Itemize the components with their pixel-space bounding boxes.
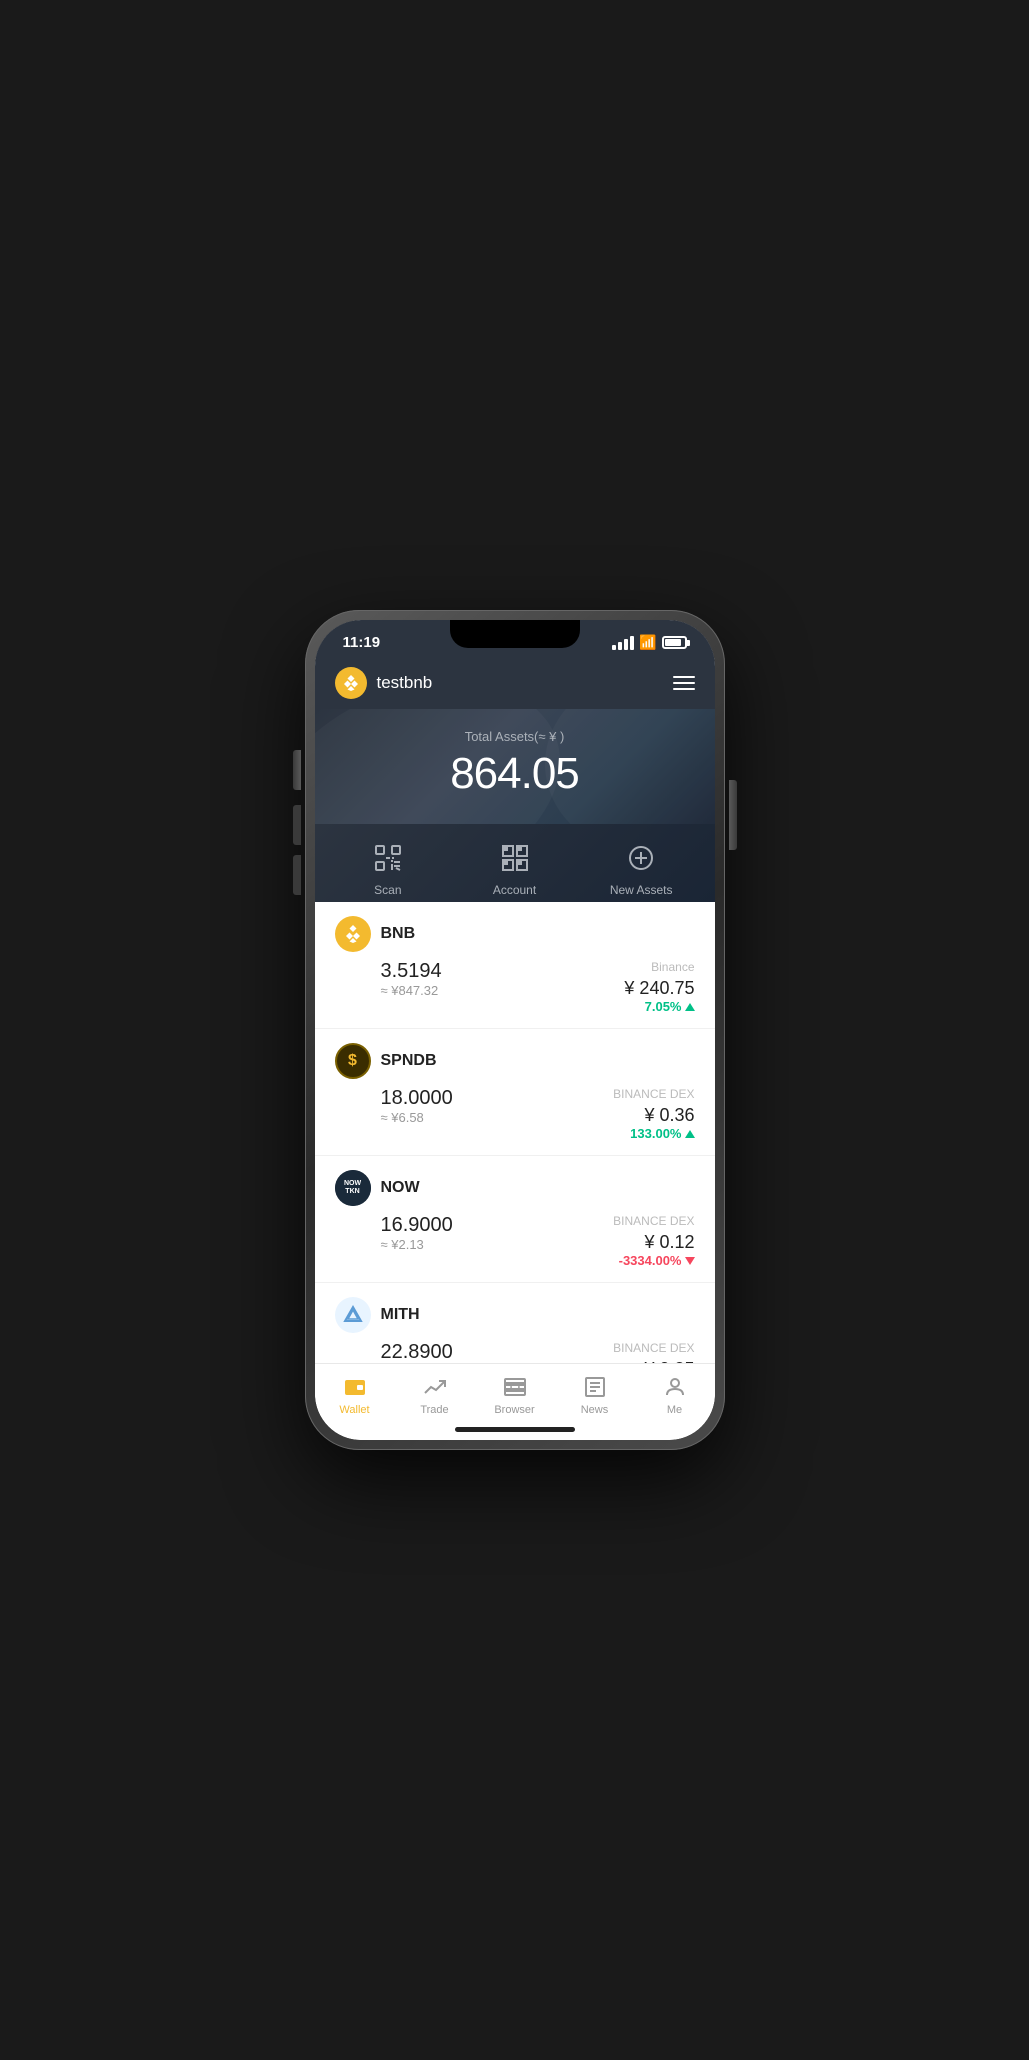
mith-name: MITH: [381, 1306, 420, 1324]
spndb-logo: $: [335, 1043, 371, 1079]
now-change: -3334.00%: [613, 1253, 694, 1268]
home-indicator: [315, 1421, 715, 1440]
menu-button[interactable]: [673, 676, 695, 690]
me-label: Me: [667, 1404, 682, 1416]
now-logo-inline: NOWTKN: [335, 1170, 371, 1206]
asset-item-mith[interactable]: MITH 22.8900 ≈ ¥8.02 BINANCE DEX ¥ 0.35 …: [315, 1283, 715, 1363]
spndb-exchange: BINANCE DEX: [613, 1087, 694, 1101]
spndb-change: 133.00%: [613, 1126, 694, 1141]
screen: 11:19 📶: [315, 620, 715, 1440]
status-icons: 📶: [612, 634, 686, 651]
phone-inner: 11:19 📶: [315, 620, 715, 1440]
new-assets-label: New Assets: [610, 883, 673, 897]
now-fiat: ≈ ¥2.13: [381, 1237, 453, 1252]
wallet-icon: [342, 1374, 368, 1400]
bnb-name: BNB: [381, 925, 416, 943]
home-bar: [455, 1427, 575, 1432]
asset-list: BNB 3.5194 ≈ ¥847.32 Binance ¥ 240.75 7.…: [315, 902, 715, 1363]
bnb-logo-icon: [335, 667, 367, 699]
mith-amount: 22.8900: [381, 1341, 453, 1363]
signal-bars: [612, 636, 634, 650]
spndb-amount: 18.0000: [381, 1087, 453, 1110]
hero-section: Total Assets(≈ ¥ ) 864.05: [315, 709, 715, 824]
nav-me[interactable]: Me: [635, 1374, 715, 1416]
now-price: ¥ 0.12: [613, 1232, 694, 1253]
action-bar: Scan: [315, 824, 715, 902]
bnb-price: ¥ 240.75: [624, 978, 694, 999]
spndb-fiat: ≈ ¥6.58: [381, 1110, 453, 1125]
bnb-change-arrow: [685, 1003, 695, 1011]
notch: [450, 620, 580, 648]
spndb-name: SPNDB: [381, 1052, 437, 1070]
bottom-nav: Wallet Trade: [315, 1363, 715, 1421]
new-assets-icon: [622, 839, 660, 877]
battery-icon: [662, 636, 687, 649]
bnb-amount: 3.5194: [381, 960, 442, 983]
account-label: Account: [493, 883, 536, 897]
now-name: NOW: [381, 1179, 420, 1197]
status-bar: 11:19 📶: [315, 620, 715, 657]
asset-item-now[interactable]: NOWTOKEN NOWTKN NOW 16.9000 ≈ ¥2: [315, 1156, 715, 1283]
asset-item-spndb[interactable]: $ SPNDB 18.0000 ≈ ¥6.58 BINANCE DEX ¥ 0.…: [315, 1029, 715, 1156]
username-label: testbnb: [377, 673, 433, 693]
asset-item-bnb[interactable]: BNB 3.5194 ≈ ¥847.32 Binance ¥ 240.75 7.…: [315, 902, 715, 1029]
nav-trade[interactable]: Trade: [395, 1374, 475, 1416]
scan-label: Scan: [374, 883, 401, 897]
news-icon: [582, 1374, 608, 1400]
bnb-change: 7.05%: [624, 999, 694, 1014]
wallet-label: Wallet: [339, 1404, 369, 1416]
now-amount: 16.9000: [381, 1214, 453, 1237]
trade-icon: [422, 1374, 448, 1400]
spndb-change-arrow: [685, 1130, 695, 1138]
bnb-fiat: ≈ ¥847.32: [381, 983, 442, 998]
total-assets-label: Total Assets(≈ ¥ ): [315, 729, 715, 744]
scan-button[interactable]: Scan: [325, 839, 452, 897]
browser-icon: [502, 1374, 528, 1400]
header-left: testbnb: [335, 667, 433, 699]
nav-browser[interactable]: Browser: [475, 1374, 555, 1416]
spndb-price: ¥ 0.36: [613, 1105, 694, 1126]
nav-news[interactable]: News: [555, 1374, 635, 1416]
scan-icon: [369, 839, 407, 877]
status-time: 11:19: [343, 634, 381, 651]
now-change-arrow: [685, 1257, 695, 1265]
wifi-icon: 📶: [639, 634, 656, 651]
bnb-logo: [335, 916, 371, 952]
me-icon: [662, 1374, 688, 1400]
account-icon: [496, 839, 534, 877]
now-exchange: BINANCE DEX: [613, 1214, 694, 1228]
mith-logo: [335, 1297, 371, 1333]
news-label: News: [581, 1404, 609, 1416]
trade-label: Trade: [420, 1404, 448, 1416]
app-header: testbnb: [315, 657, 715, 709]
browser-label: Browser: [494, 1404, 534, 1416]
bnb-exchange: Binance: [624, 960, 694, 974]
new-assets-button[interactable]: New Assets: [578, 839, 705, 897]
nav-wallet[interactable]: Wallet: [315, 1374, 395, 1416]
account-button[interactable]: Account: [451, 839, 578, 897]
total-assets-amount: 864.05: [315, 749, 715, 799]
phone-frame: 11:19 📶: [305, 610, 725, 1450]
mith-exchange: BINANCE DEX: [613, 1341, 694, 1355]
